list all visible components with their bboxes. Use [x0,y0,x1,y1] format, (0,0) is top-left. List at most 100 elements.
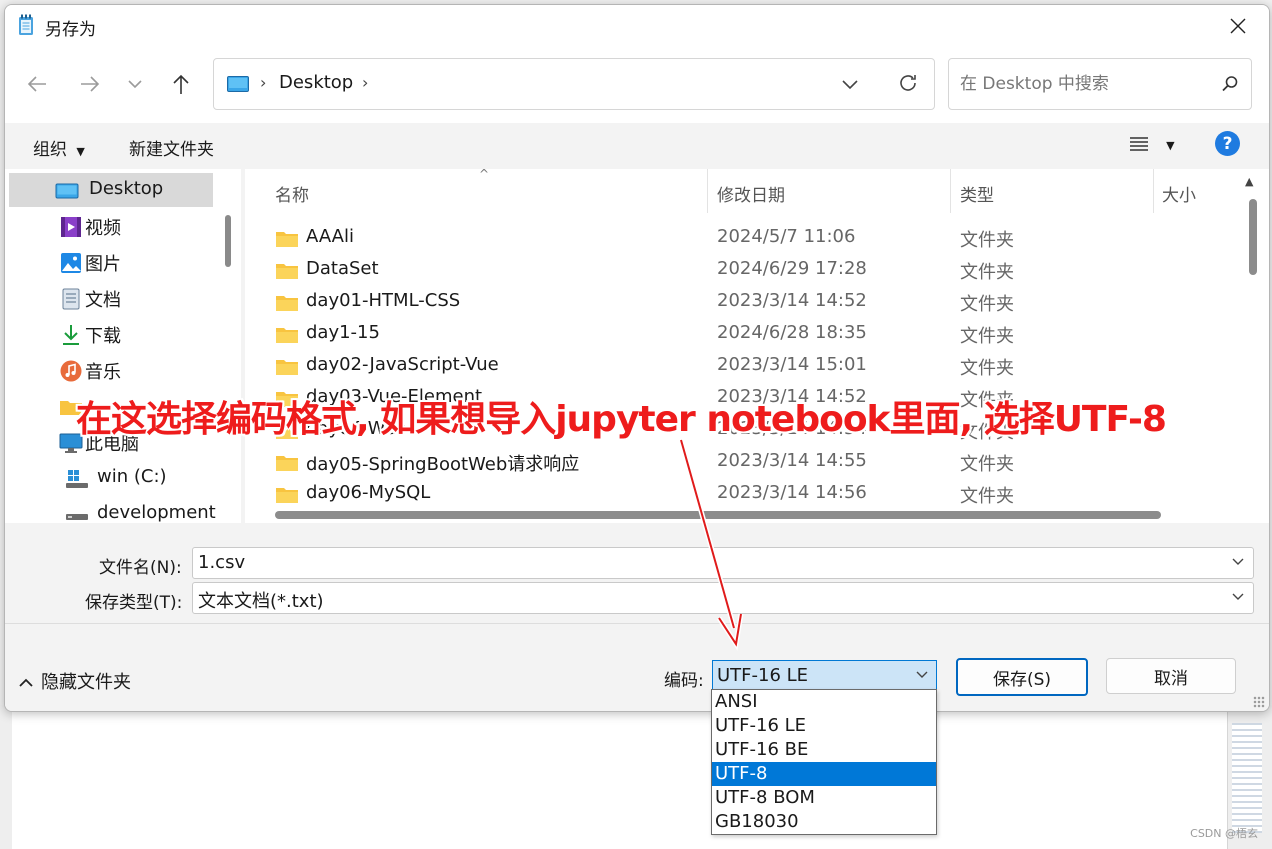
background-decoration [1232,723,1262,833]
sidebar-item-documents[interactable]: 文档 [5,281,213,315]
breadcrumb-separator-icon: › [260,73,267,92]
file-type: 文件夹 [960,230,1014,251]
file-type: 文件夹 [960,486,1014,507]
file-date: 2023/3/14 14:55 [717,450,867,471]
file-name: day01-HTML-CSS [306,290,461,311]
encoding-value: UTF-16 LE [717,665,809,686]
scroll-up-icon[interactable]: ▲ [1245,175,1253,188]
filename-field[interactable]: 1.csv [192,547,1254,579]
chevron-down-icon [128,80,142,89]
resize-grip[interactable] [1253,696,1265,708]
table-row[interactable]: day06-MySQL 2023/3/14 14:56 文件夹 [245,478,1245,510]
caret-down-icon: ▼ [76,145,85,158]
close-button[interactable] [1215,7,1261,45]
chevron-up-icon [19,678,33,687]
sidebar-item-label: win (C:) [97,466,167,487]
view-options-button[interactable]: ▼ [1129,135,1175,157]
folder-icon [276,488,298,503]
file-type: 文件夹 [960,262,1014,283]
column-divider[interactable] [707,169,708,213]
address-bar[interactable]: › Desktop › [213,58,935,110]
file-name: day1-15 [306,322,380,343]
chevron-down-icon[interactable] [1231,589,1245,605]
chevron-down-icon[interactable] [1231,554,1245,570]
list-view-icon [1130,137,1148,151]
column-header-date[interactable]: 修改日期 [717,169,949,213]
column-header-size[interactable]: 大小 [1162,169,1242,213]
search-icon [1222,76,1238,92]
file-type: 文件夹 [960,326,1014,347]
sidebar-item-drive-c[interactable]: win (C:) [5,461,213,495]
sidebar-item-development[interactable]: development [5,497,216,523]
recent-locations-button[interactable] [117,67,153,101]
background-page [12,705,1228,849]
picture-icon [61,253,81,273]
file-name: day05-SpringBootWeb请求响应 [306,454,580,475]
folder-icon [276,328,298,343]
file-date: 2024/5/7 11:06 [717,226,856,247]
navigation-pane: Desktop 视频 图片 文档 下载 音乐 此电脑 win (C:) deve… [5,169,241,523]
file-type: 文件夹 [960,294,1014,315]
sidebar-scroll-thumb[interactable] [225,215,231,267]
save-button[interactable]: 保存(S) [956,658,1088,696]
new-folder-button[interactable]: 新建文件夹 [129,135,214,160]
sidebar-item-music[interactable]: 音乐 [5,353,213,387]
arrow-up-icon [173,74,189,94]
encoding-option-utf8-bom[interactable]: UTF-8 BOM [712,786,936,810]
up-button[interactable] [163,67,199,101]
window-title: 另存为 [45,20,96,40]
back-button[interactable] [19,67,55,101]
encoding-option-ansi[interactable]: ANSI [712,690,936,714]
sidebar-item-videos[interactable]: 视频 [5,209,213,243]
table-row[interactable]: day05-SpringBootWeb请求响应 2023/3/14 14:55 … [245,446,1245,478]
encoding-option-utf8[interactable]: UTF-8 [712,762,936,786]
sidebar-item-label: 音乐 [85,362,121,383]
column-divider[interactable] [1153,169,1154,213]
filetype-select[interactable]: 文本文档(*.txt) [192,582,1254,614]
music-icon [60,360,82,382]
arrow-left-icon [27,76,46,92]
filename-label: 文件名(N): [99,558,182,578]
sidebar-item-pictures[interactable]: 图片 [5,245,213,279]
sidebar-item-downloads[interactable]: 下载 [5,317,213,351]
breadcrumb-separator-icon[interactable]: › [362,73,368,92]
organize-button[interactable]: 组织 ▼ [33,135,85,160]
table-row[interactable]: AAAli 2024/5/7 11:06 文件夹 [245,222,1245,254]
chevron-down-icon[interactable] [840,72,860,96]
search-input[interactable] [958,71,1212,97]
table-row[interactable]: day01-HTML-CSS 2023/3/14 14:52 文件夹 [245,286,1245,318]
encoding-dropdown-list: ANSI UTF-16 LE UTF-16 BE UTF-8 UTF-8 BOM… [711,689,937,835]
table-row[interactable]: DataSet 2024/6/29 17:28 文件夹 [245,254,1245,286]
table-row[interactable]: day02-JavaScript-Vue 2023/3/14 15:01 文件夹 [245,350,1245,382]
hide-folders-toggle[interactable]: 隐藏文件夹 [19,668,131,694]
cancel-button[interactable]: 取消 [1106,658,1236,694]
refresh-icon[interactable] [896,71,920,95]
encoding-option-gb18030[interactable]: GB18030 [712,810,936,834]
file-date: 2024/6/29 17:28 [717,258,867,279]
file-type: 文件夹 [960,454,1014,475]
encoding-option-utf16le[interactable]: UTF-16 LE [712,714,936,738]
search-box[interactable] [948,58,1252,110]
column-header-name[interactable]: 名称 [275,169,707,213]
sidebar-scrollbar[interactable] [221,169,235,523]
desktop-icon [227,76,249,92]
sidebar-item-label: 文档 [85,290,121,311]
breadcrumb-desktop[interactable]: Desktop [279,72,353,93]
file-date: 2023/3/14 15:01 [717,354,867,375]
vertical-scroll-thumb[interactable] [1249,199,1257,275]
annotation-text: 在这选择编码格式, 如果想导入jupyter notebook里面, 选择UTF… [76,399,1167,440]
desktop-icon [55,183,79,199]
column-header-type[interactable]: 类型 [960,169,1150,213]
close-icon [1230,18,1246,34]
table-row[interactable]: day1-15 2024/6/28 18:35 文件夹 [245,318,1245,350]
sidebar-item-desktop[interactable]: Desktop [9,173,213,207]
encoding-option-utf16be[interactable]: UTF-16 BE [712,738,936,762]
sidebar-item-label: 图片 [85,254,121,275]
forward-button[interactable] [72,67,108,101]
column-divider[interactable] [950,169,951,213]
encoding-select[interactable]: UTF-16 LE [712,660,937,692]
navigation-bar: › Desktop › [5,45,1269,123]
help-icon[interactable]: ? [1215,131,1240,156]
horizontal-scroll-thumb[interactable] [275,511,1161,519]
dialog-footer: 隐藏文件夹 编码: UTF-16 LE 保存(S) 取消 [5,624,1269,711]
